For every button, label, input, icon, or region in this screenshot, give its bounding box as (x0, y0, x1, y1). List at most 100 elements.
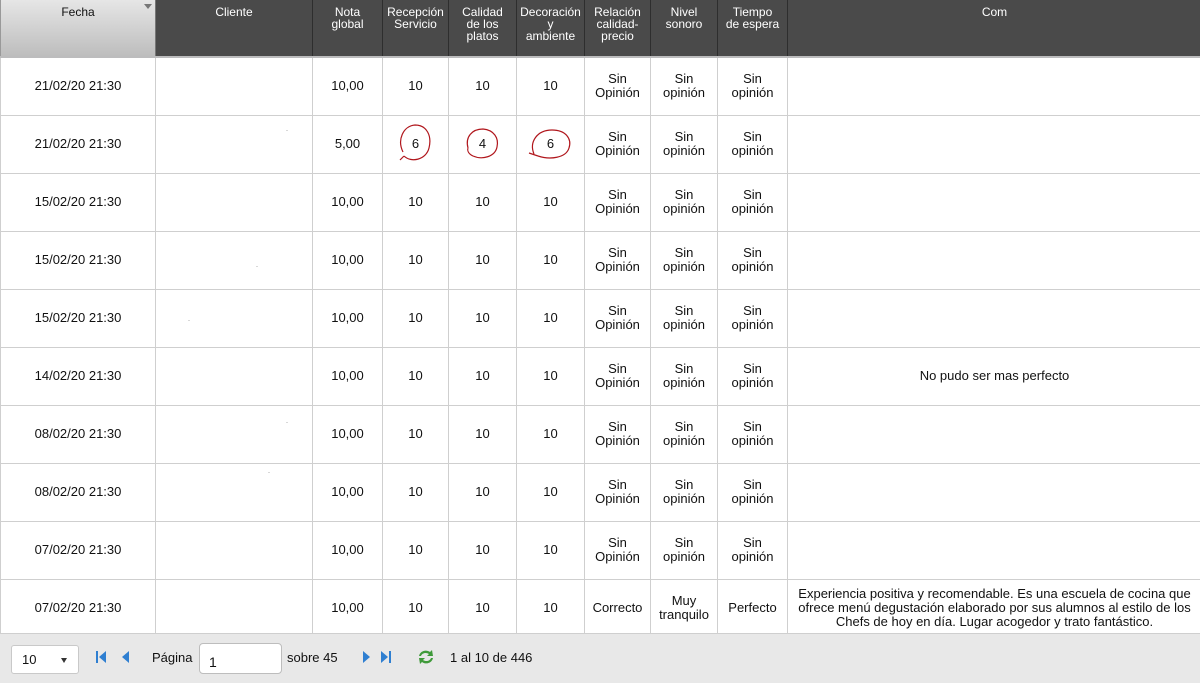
cell-calidad: 10 (448, 288, 517, 348)
cell-relacion: Sin Opinión (584, 172, 651, 232)
table-row[interactable]: 15/02/20 21:30 10,00 10 10 10 Sin Opinión… (0, 172, 1200, 232)
cell-line: Sin (674, 245, 694, 260)
column-header-decoracion[interactable]: Decoración y ambiente (516, 0, 585, 57)
cell-line: opinión (663, 85, 705, 101)
column-header-label: Cliente (215, 5, 253, 19)
sort-arrow-icon[interactable] (144, 4, 152, 9)
cell-line: Opinión (595, 433, 640, 448)
cell-nota: 10,00 (312, 346, 383, 406)
table-row[interactable]: 15/02/20 21:30 10,00 10 10 10 Sin Opinión… (0, 230, 1200, 290)
cell-tiempo: Sin opinión (717, 230, 788, 290)
column-header-cliente[interactable]: Cliente (155, 0, 313, 57)
cell-decoracion: 10 (516, 404, 585, 464)
cell-nota: 10,00 (312, 230, 383, 290)
table-row[interactable]: 21/02/20 21:30 10,00 10 10 10 Sin Opinión… (0, 56, 1200, 116)
cell-line: Sin (674, 303, 694, 318)
cell-tiempo: Perfecto (717, 578, 788, 633)
cell-recepcion: 10 (382, 172, 449, 232)
cell-nivel: Sin opinión (650, 230, 718, 290)
column-header-recepcion[interactable]: Recepción Servicio (382, 0, 449, 57)
page-size-select[interactable]: 10 (11, 645, 79, 674)
cell-line: Sin (743, 477, 762, 492)
cell-fecha: 08/02/20 21:30 (0, 404, 156, 464)
header-line: platos (466, 29, 499, 43)
cell-line: Muy (671, 593, 697, 608)
column-header-tiempo[interactable]: Tiempo de espera (717, 0, 788, 57)
cell-cliente (155, 578, 313, 633)
cell-fecha: 07/02/20 21:30 (0, 578, 156, 633)
cell-recepcion: 6 (382, 114, 449, 174)
next-page-icon[interactable] (362, 650, 370, 664)
cell-line: Sin (674, 419, 694, 434)
page-label: Página (152, 650, 193, 665)
cell-tiempo: Sin opinión (717, 56, 788, 116)
first-page-icon[interactable] (96, 650, 107, 664)
cell-nota: 10,00 (312, 578, 383, 633)
refresh-icon[interactable] (416, 648, 436, 666)
cell-nivel: Sin opinión (650, 172, 718, 232)
cell-decoracion: 10 (516, 56, 585, 116)
table-row[interactable]: 07/02/20 21:30 10,00 10 10 10 Sin Opinión… (0, 520, 1200, 580)
table-row[interactable]: 08/02/20 21:30 10,00 10 10 10 Sin Opinión… (0, 462, 1200, 522)
cell-relacion: Sin Opinión (584, 56, 651, 116)
cell-line: Opinión (595, 317, 640, 332)
cell-relacion: Sin Opinión (584, 346, 651, 406)
table-row[interactable]: 08/02/20 21:30 10,00 10 10 10 Sin Opinión… (0, 404, 1200, 464)
cell-value: 4 (478, 136, 487, 151)
page-number-input[interactable] (199, 643, 282, 674)
last-page-icon[interactable] (380, 650, 391, 664)
blur-artifact (256, 265, 258, 267)
cell-line: Sin (608, 419, 627, 434)
cell-line: Opinión (595, 375, 640, 390)
cell-nota: 10,00 (312, 172, 383, 232)
prev-page-icon[interactable] (122, 650, 130, 664)
cell-line: opinión (663, 317, 705, 332)
cell-value: 6 (546, 136, 555, 151)
cell-fecha: 15/02/20 21:30 (0, 172, 156, 232)
cell-line: Sin (608, 477, 627, 492)
cell-calidad: 10 (448, 56, 517, 116)
cell-cliente (155, 520, 313, 580)
cell-calidad: 10 (448, 230, 517, 290)
column-header-nivel[interactable]: Nivel sonoro (650, 0, 718, 57)
blur-artifact (286, 129, 288, 131)
column-header-calidad[interactable]: Calidad de los platos (448, 0, 517, 57)
cell-calidad: 10 (448, 346, 517, 406)
cell-value: 6 (411, 136, 420, 151)
cell-nivel: Muy tranquilo (650, 578, 718, 633)
cell-line: opinión (663, 201, 705, 216)
cell-cliente (155, 172, 313, 232)
cell-line: Opinión (595, 85, 640, 101)
cell-line: opinión (663, 375, 705, 390)
cell-nivel: Sin opinión (650, 462, 718, 522)
column-header-fecha[interactable]: Fecha (0, 0, 156, 57)
column-header-label: Fecha (61, 5, 95, 19)
cell-recepcion: 10 (382, 404, 449, 464)
header-row: Fecha Cliente Nota global Recepción Servic… (0, 0, 1200, 57)
table-row[interactable]: 07/02/20 21:30 10,00 10 10 10 Correcto M… (0, 578, 1200, 633)
cell-line: opinión (731, 85, 774, 101)
column-header-relacion[interactable]: Relación calidad-precio (584, 0, 651, 57)
cell-nivel: Sin opinión (650, 56, 718, 116)
cell-fecha: 08/02/20 21:30 (0, 462, 156, 522)
column-header-label: Com (981, 5, 1008, 19)
cell-line: opinión (731, 549, 774, 564)
cell-line: Sin (743, 419, 762, 434)
page-size-value: 10 (22, 652, 37, 667)
table-row[interactable]: 14/02/20 21:30 10,00 10 10 10 Sin Opinión… (0, 346, 1200, 406)
column-header-nota-global[interactable]: Nota global (312, 0, 383, 57)
column-header-com[interactable]: Com (787, 0, 1200, 57)
cell-nivel: Sin opinión (650, 404, 718, 464)
cell-line: Sin (608, 361, 627, 376)
cell-cliente (155, 56, 313, 116)
cell-line: opinión (663, 549, 705, 564)
cell-line: Sin (743, 535, 762, 550)
table-row[interactable]: 15/02/20 21:30 10,00 10 10 10 Sin Opinión… (0, 288, 1200, 348)
cell-line: opinión (731, 201, 774, 216)
reviews-grid: Fecha Cliente Nota global Recepción Servic… (0, 0, 1200, 633)
blur-artifact (188, 319, 190, 321)
cell-line: opinión (663, 491, 705, 506)
cell-tiempo: Sin opinión (717, 114, 788, 174)
table-row[interactable]: 21/02/20 21:30 5,00 6 4 6 Sin Opinión Si… (0, 114, 1200, 174)
cell-line: Sin (608, 303, 627, 318)
